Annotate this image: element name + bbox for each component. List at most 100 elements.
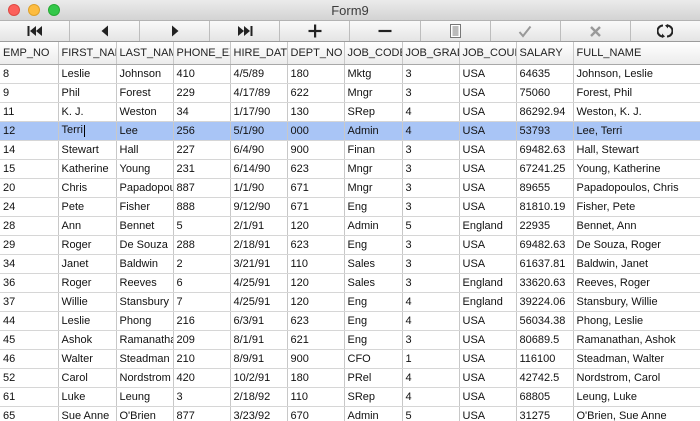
table-cell[interactable]: Chris xyxy=(58,178,117,198)
table-cell[interactable]: 61637.81 xyxy=(516,254,574,274)
table-cell[interactable]: 67241.25 xyxy=(516,159,574,179)
table-cell[interactable]: 7 xyxy=(173,292,231,312)
table-cell[interactable]: 110 xyxy=(287,387,345,407)
table-cell[interactable]: Forest, Phil xyxy=(573,83,700,103)
table-cell[interactable]: Luke xyxy=(58,387,117,407)
employee-grid[interactable]: EMP_NOFIRST_NAMLAST_NAMPHONE_EXHIRE_DATE… xyxy=(0,42,700,421)
table-cell[interactable]: 12 xyxy=(0,121,59,141)
table-cell[interactable]: USA xyxy=(459,235,517,255)
table-cell[interactable]: Reeves xyxy=(116,273,174,293)
table-cell[interactable]: Nordstrom, Carol xyxy=(573,368,700,388)
table-cell[interactable]: USA xyxy=(459,83,517,103)
table-cell[interactable]: Mngr xyxy=(344,178,403,198)
table-cell[interactable]: Roger xyxy=(58,273,117,293)
table-row[interactable]: 65 Sue Anne O'Brien 877 3/23/92 670 Admin 5 USA 3… xyxy=(0,406,700,421)
table-cell[interactable]: Baldwin xyxy=(116,254,174,274)
table-cell[interactable]: USA xyxy=(459,254,517,274)
table-cell[interactable]: Bennet xyxy=(116,216,174,236)
table-cell[interactable]: 3 xyxy=(402,254,460,274)
table-cell[interactable]: Leung xyxy=(116,387,174,407)
column-header-dept-no[interactable]: DEPT_NO xyxy=(287,42,345,65)
table-cell[interactable]: Johnson xyxy=(116,64,174,84)
table-cell[interactable]: Mngr xyxy=(344,83,403,103)
table-cell[interactable]: 80689.5 xyxy=(516,330,574,350)
table-cell[interactable]: 2/18/92 xyxy=(230,387,288,407)
table-cell[interactable]: Sue Anne xyxy=(58,406,117,421)
table-cell[interactable]: 4 xyxy=(402,292,460,312)
table-cell[interactable]: USA xyxy=(459,406,517,421)
column-header-job-code[interactable]: JOB_CODE xyxy=(344,42,403,65)
table-cell[interactable]: Hall, Stewart xyxy=(573,140,700,160)
table-cell[interactable]: 4/5/89 xyxy=(230,64,288,84)
table-cell[interactable]: Bennet, Ann xyxy=(573,216,700,236)
table-cell[interactable]: Young xyxy=(116,159,174,179)
table-cell[interactable]: 3 xyxy=(402,197,460,217)
table-cell[interactable]: 000 xyxy=(287,121,345,141)
table-cell[interactable]: Ann xyxy=(58,216,117,236)
table-cell[interactable]: 130 xyxy=(287,102,345,122)
table-cell[interactable]: 4 xyxy=(402,121,460,141)
table-cell[interactable]: 120 xyxy=(287,216,345,236)
table-cell[interactable]: 3 xyxy=(402,140,460,160)
table-cell[interactable]: 116100 xyxy=(516,349,574,369)
table-cell[interactable]: Walter xyxy=(58,349,117,369)
next-record-button[interactable] xyxy=(140,21,211,41)
table-cell[interactable]: Katherine xyxy=(58,159,117,179)
table-cell[interactable]: 8 xyxy=(0,64,59,84)
table-cell[interactable]: England xyxy=(459,292,517,312)
table-cell[interactable]: 5 xyxy=(173,216,231,236)
table-cell[interactable]: 180 xyxy=(287,368,345,388)
last-record-button[interactable] xyxy=(210,21,281,41)
table-cell[interactable]: Ramanatha xyxy=(116,330,174,350)
table-cell[interactable]: 24 xyxy=(0,197,59,217)
table-cell[interactable]: 900 xyxy=(287,349,345,369)
table-cell[interactable]: 4 xyxy=(402,311,460,331)
table-cell[interactable]: Ashok xyxy=(58,330,117,350)
table-cell[interactable]: 671 xyxy=(287,178,345,198)
table-cell[interactable]: USA xyxy=(459,140,517,160)
table-cell[interactable]: 1/17/90 xyxy=(230,102,288,122)
table-cell[interactable]: 11 xyxy=(0,102,59,122)
column-header-emp-no[interactable]: EMP_NO xyxy=(0,42,59,65)
table-row[interactable]: 46 Walter Steadman 210 8/9/91 900 CFO 1 USA 11610… xyxy=(0,349,700,369)
table-cell[interactable]: CFO xyxy=(344,349,403,369)
table-cell[interactable]: 3 xyxy=(402,178,460,198)
table-cell[interactable]: 2 xyxy=(173,254,231,274)
table-cell[interactable]: Sales xyxy=(344,273,403,293)
table-cell[interactable]: USA xyxy=(459,349,517,369)
table-row[interactable]: 15 Katherine Young 231 6/14/90 623 Mngr 3 USA 672… xyxy=(0,159,700,179)
table-cell[interactable]: USA xyxy=(459,311,517,331)
table-cell[interactable]: Phong, Leslie xyxy=(573,311,700,331)
table-cell[interactable]: 671 xyxy=(287,197,345,217)
table-cell[interactable]: 4/17/89 xyxy=(230,83,288,103)
table-cell[interactable]: USA xyxy=(459,387,517,407)
table-cell[interactable]: 2/1/91 xyxy=(230,216,288,236)
table-cell[interactable]: 4/25/91 xyxy=(230,292,288,312)
table-cell[interactable]: Phong xyxy=(116,311,174,331)
table-cell[interactable]: 89655 xyxy=(516,178,574,198)
table-cell[interactable]: 8/9/91 xyxy=(230,349,288,369)
table-cell[interactable]: 52 xyxy=(0,368,59,388)
table-cell[interactable]: 1/1/90 xyxy=(230,178,288,198)
table-cell[interactable]: Eng xyxy=(344,235,403,255)
table-row[interactable]: 12 Terri Lee 256 5/1/90 000 Admin 4 USA 53793 Lee,… xyxy=(0,121,700,141)
table-cell[interactable]: Steadman, Walter xyxy=(573,349,700,369)
table-cell[interactable]: Steadman xyxy=(116,349,174,369)
table-cell[interactable]: 37 xyxy=(0,292,59,312)
table-cell[interactable]: Forest xyxy=(116,83,174,103)
table-cell[interactable]: Admin xyxy=(344,406,403,421)
table-cell[interactable]: Leslie xyxy=(58,64,117,84)
table-cell[interactable]: Roger xyxy=(58,235,117,255)
table-cell[interactable]: 622 xyxy=(287,83,345,103)
table-cell[interactable]: Finan xyxy=(344,140,403,160)
table-cell[interactable]: 120 xyxy=(287,273,345,293)
table-cell[interactable]: Sales xyxy=(344,254,403,274)
table-cell[interactable]: 75060 xyxy=(516,83,574,103)
table-cell[interactable]: 31275 xyxy=(516,406,574,421)
table-row[interactable]: 8 Leslie Johnson 410 4/5/89 180 Mktg 3 USA 64635 J… xyxy=(0,64,700,84)
table-cell[interactable]: USA xyxy=(459,330,517,350)
table-cell[interactable]: 3 xyxy=(402,235,460,255)
table-cell[interactable]: 2/18/91 xyxy=(230,235,288,255)
table-cell[interactable]: 9 xyxy=(0,83,59,103)
table-cell[interactable]: England xyxy=(459,216,517,236)
